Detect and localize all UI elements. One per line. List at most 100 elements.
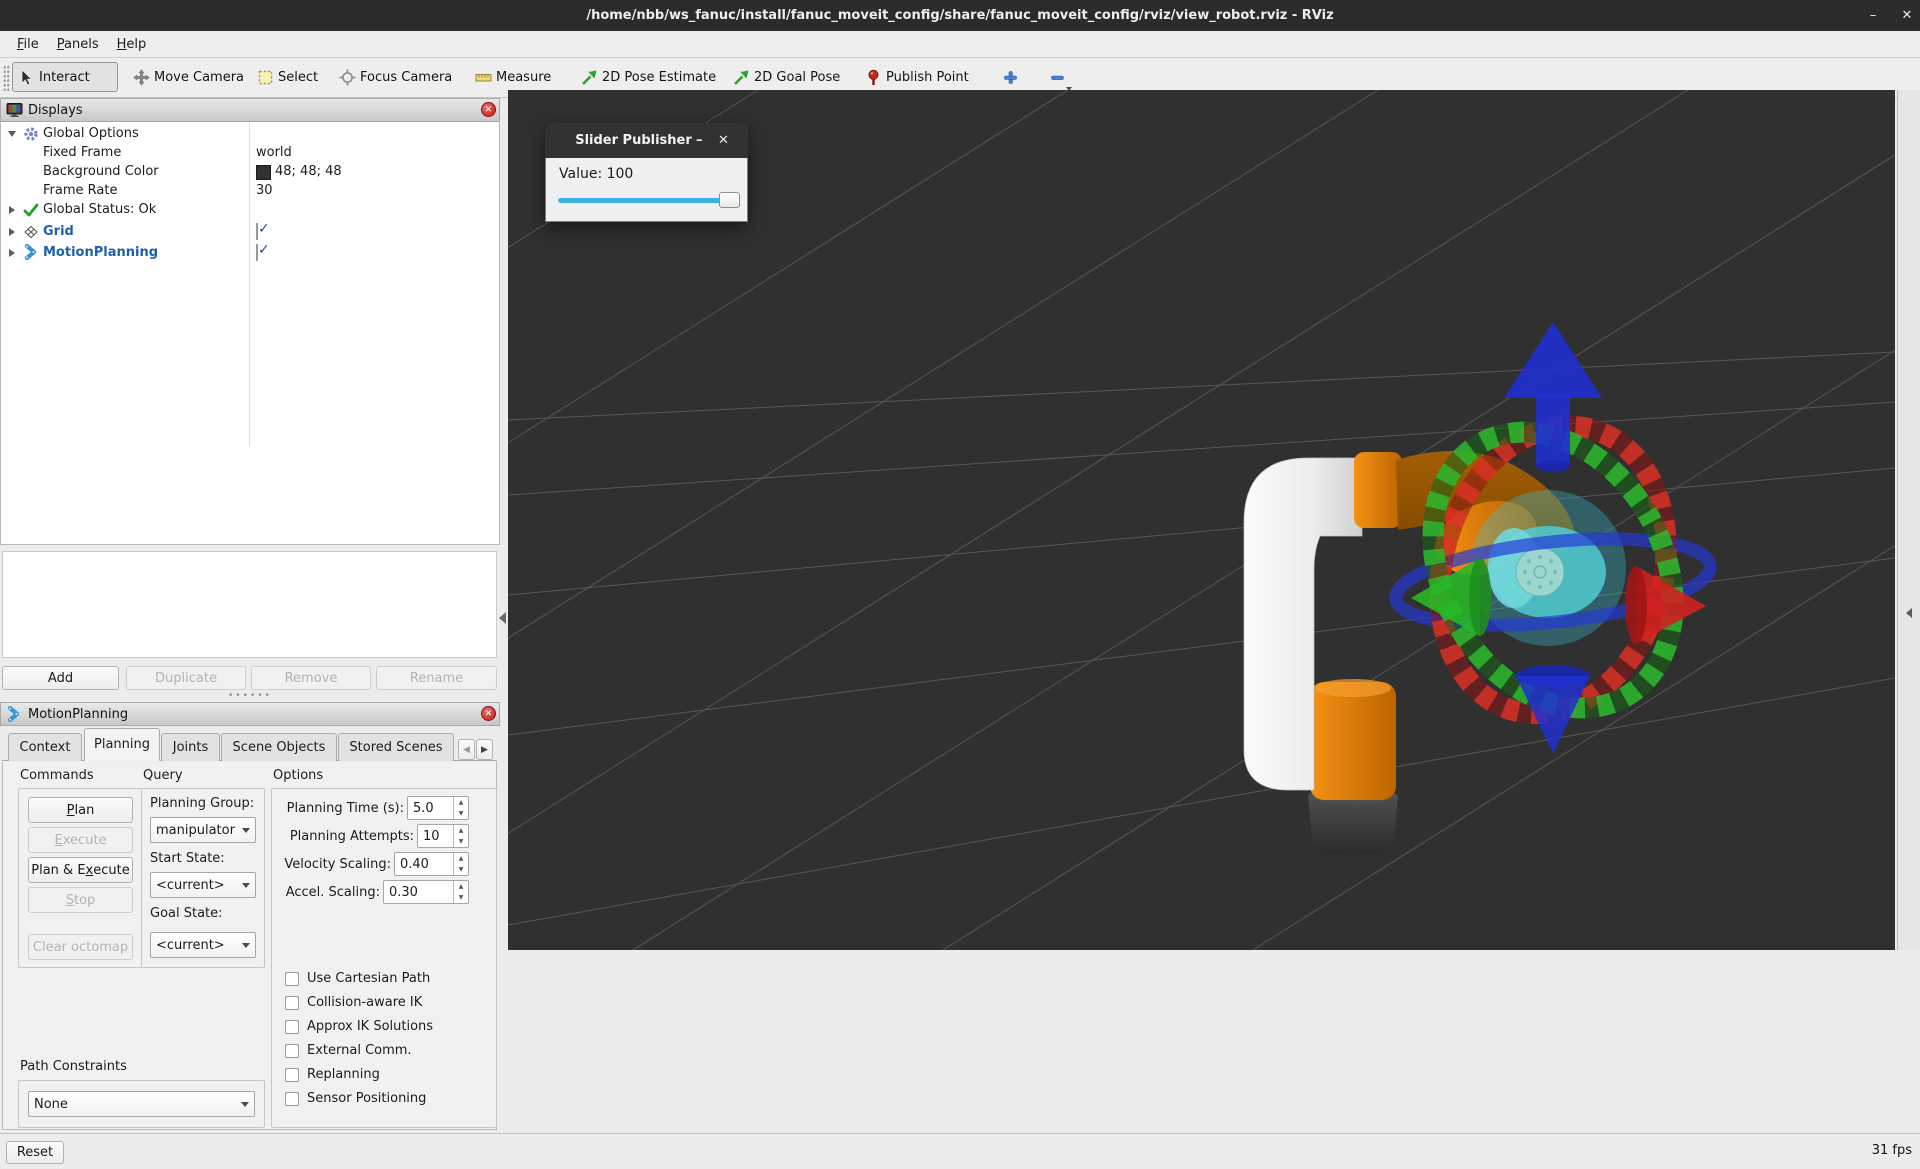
- toolbar-grip[interactable]: [3, 65, 10, 91]
- planning-attempts-label: Planning Attempts:: [283, 829, 414, 844]
- displays-close-button[interactable]: ✕: [481, 102, 496, 117]
- tool-move-camera[interactable]: Move Camera: [128, 62, 240, 92]
- tree-row-background-color[interactable]: Background Color 48; 48; 48: [1, 162, 501, 181]
- expander-closed-icon[interactable]: [9, 249, 15, 257]
- tree-row-grid[interactable]: Grid: [1, 221, 501, 242]
- goal-state-dropdown[interactable]: <current>: [150, 932, 256, 958]
- clear-octomap-button[interactable]: Clear octomap: [28, 934, 133, 960]
- plus-icon: [1002, 69, 1019, 86]
- menu-bar: File Panels Help: [0, 31, 1920, 58]
- tool-2d-goal-pose[interactable]: 2D Goal Pose: [728, 62, 846, 92]
- slider-publisher-title: Slider Publisher: [545, 133, 696, 148]
- collision-aware-ik-row[interactable]: Collision-aware IK: [285, 995, 422, 1010]
- replanning-checkbox[interactable]: [285, 1068, 299, 1082]
- window-titlebar[interactable]: /home/nbb/ws_fanuc/install/fanuc_moveit_…: [0, 0, 1920, 31]
- tree-row-fixed-frame[interactable]: Fixed Frame world: [1, 143, 501, 162]
- spinner-arrows-icon[interactable]: ▲▼: [453, 853, 468, 875]
- slider-window-close-button[interactable]: ✕: [718, 133, 748, 148]
- add-tool-button[interactable]: [996, 62, 1024, 92]
- planning-attempts-spinbox[interactable]: 10 ▲▼: [417, 824, 469, 848]
- replanning-row[interactable]: Replanning: [285, 1067, 380, 1082]
- approx-ik-solutions-checkbox[interactable]: [285, 1020, 299, 1034]
- window-close-button[interactable]: ✕: [1892, 0, 1920, 31]
- tool-select[interactable]: Select: [252, 62, 322, 92]
- collision-aware-ik-checkbox[interactable]: [285, 996, 299, 1010]
- motion-planning-icon: [23, 244, 39, 264]
- tab-planning[interactable]: Planning: [84, 728, 160, 761]
- tab-context[interactable]: Context: [8, 733, 82, 761]
- left-splitter-collapse-arrow[interactable]: [499, 612, 506, 624]
- tool-measure[interactable]: Measure: [470, 62, 562, 92]
- motion-planning-close-button[interactable]: ✕: [481, 706, 496, 721]
- approx-ik-solutions-row[interactable]: Approx IK Solutions: [285, 1019, 433, 1034]
- use-cartesian-path-checkbox[interactable]: [285, 972, 299, 986]
- tree-row-global-status[interactable]: Global Status: Ok: [1, 200, 501, 219]
- green-arrow-icon: [581, 69, 598, 86]
- tool-focus-camera[interactable]: Focus Camera: [334, 62, 456, 92]
- reset-button[interactable]: Reset: [6, 1141, 64, 1164]
- dock-splitter-handle[interactable]: ••••••: [228, 691, 272, 701]
- expander-closed-icon[interactable]: [9, 206, 15, 214]
- spinner-arrows-icon[interactable]: ▲▼: [453, 881, 468, 903]
- planning-time-spinbox[interactable]: 5.0 ▲▼: [407, 796, 469, 820]
- grid-enabled-checkbox[interactable]: [256, 223, 258, 240]
- external-comm-checkbox[interactable]: [285, 1044, 299, 1058]
- menu-help[interactable]: Help: [108, 34, 156, 55]
- external-comm-row[interactable]: External Comm.: [285, 1043, 412, 1058]
- remove-display-button[interactable]: Remove: [251, 666, 371, 690]
- displays-tree[interactable]: Global Options Fixed Frame world Backgro…: [0, 122, 500, 545]
- slider-publisher-body: Value: 100: [545, 158, 748, 222]
- window-minimize-button[interactable]: –: [1858, 0, 1888, 31]
- menu-file[interactable]: File: [8, 34, 48, 55]
- right-collapsed-panel-strip[interactable]: [1897, 90, 1920, 950]
- select-box-icon: [257, 69, 274, 86]
- sensor-positioning-checkbox[interactable]: [285, 1092, 299, 1106]
- focus-crosshair-icon: [339, 69, 356, 86]
- tree-row-global-options[interactable]: Global Options: [1, 124, 501, 143]
- slider-window-minimize-button[interactable]: –: [696, 133, 718, 148]
- slider-track[interactable]: [558, 198, 738, 203]
- rename-display-button[interactable]: Rename: [376, 666, 497, 690]
- expander-open-icon[interactable]: [8, 131, 16, 137]
- slider-publisher-titlebar[interactable]: Slider Publisher – ✕: [545, 123, 748, 158]
- stop-button[interactable]: Stop: [28, 887, 133, 913]
- motion-planning-enabled-checkbox[interactable]: [256, 244, 258, 261]
- tab-scroll-right-button[interactable]: ▶: [476, 739, 493, 760]
- spinner-arrows-icon[interactable]: ▲▼: [453, 797, 468, 819]
- use-cartesian-path-row[interactable]: Use Cartesian Path: [285, 971, 430, 986]
- menu-panels[interactable]: Panels: [48, 34, 108, 55]
- plan-button[interactable]: Plan: [28, 797, 133, 823]
- rviz-window: /home/nbb/ws_fanuc/install/fanuc_moveit_…: [0, 0, 1920, 1169]
- slider-publisher-window[interactable]: Slider Publisher – ✕ Value: 100: [545, 123, 748, 222]
- tab-scene-objects[interactable]: Scene Objects: [221, 733, 337, 761]
- velocity-scaling-spinbox[interactable]: 0.40 ▲▼: [394, 852, 469, 876]
- right-splitter-collapse-arrow[interactable]: [1906, 608, 1912, 618]
- slider-handle[interactable]: [719, 192, 740, 208]
- tool-interact[interactable]: Interact: [12, 62, 118, 92]
- tree-row-motion-planning[interactable]: MotionPlanning: [1, 242, 501, 263]
- grid-icon: [23, 224, 39, 244]
- duplicate-display-button[interactable]: Duplicate: [126, 666, 246, 690]
- accel-scaling-spinbox[interactable]: 0.30 ▲▼: [383, 880, 469, 904]
- start-state-dropdown[interactable]: <current>: [150, 872, 256, 898]
- tab-joints[interactable]: Joints: [161, 733, 220, 761]
- tree-row-frame-rate[interactable]: Frame Rate 30: [1, 181, 501, 200]
- tree-value[interactable]: 48; 48; 48: [275, 164, 342, 179]
- sensor-positioning-row[interactable]: Sensor Positioning: [285, 1091, 426, 1106]
- add-display-button[interactable]: Add: [2, 666, 119, 690]
- expander-closed-icon[interactable]: [9, 228, 15, 236]
- tool-publish-point[interactable]: Publish Point: [860, 62, 978, 92]
- displays-panel-header[interactable]: Displays: [0, 98, 500, 122]
- tool-2d-pose-estimate[interactable]: 2D Pose Estimate: [576, 62, 714, 92]
- tab-scroll-left-button[interactable]: ◀: [458, 739, 475, 760]
- tree-value[interactable]: world: [256, 145, 292, 160]
- path-constraints-dropdown[interactable]: None: [28, 1091, 255, 1117]
- tree-value[interactable]: 30: [256, 183, 273, 198]
- spinner-arrows-icon[interactable]: ▲▼: [453, 825, 468, 847]
- remove-tool-button[interactable]: [1042, 62, 1072, 92]
- motion-planning-panel-header[interactable]: MotionPlanning: [0, 702, 500, 726]
- tab-stored-scenes[interactable]: Stored Scenes: [338, 733, 454, 761]
- planning-group-dropdown[interactable]: manipulator: [150, 817, 256, 843]
- execute-button[interactable]: Execute: [28, 827, 133, 853]
- plan-and-execute-button[interactable]: Plan & Execute: [28, 857, 133, 883]
